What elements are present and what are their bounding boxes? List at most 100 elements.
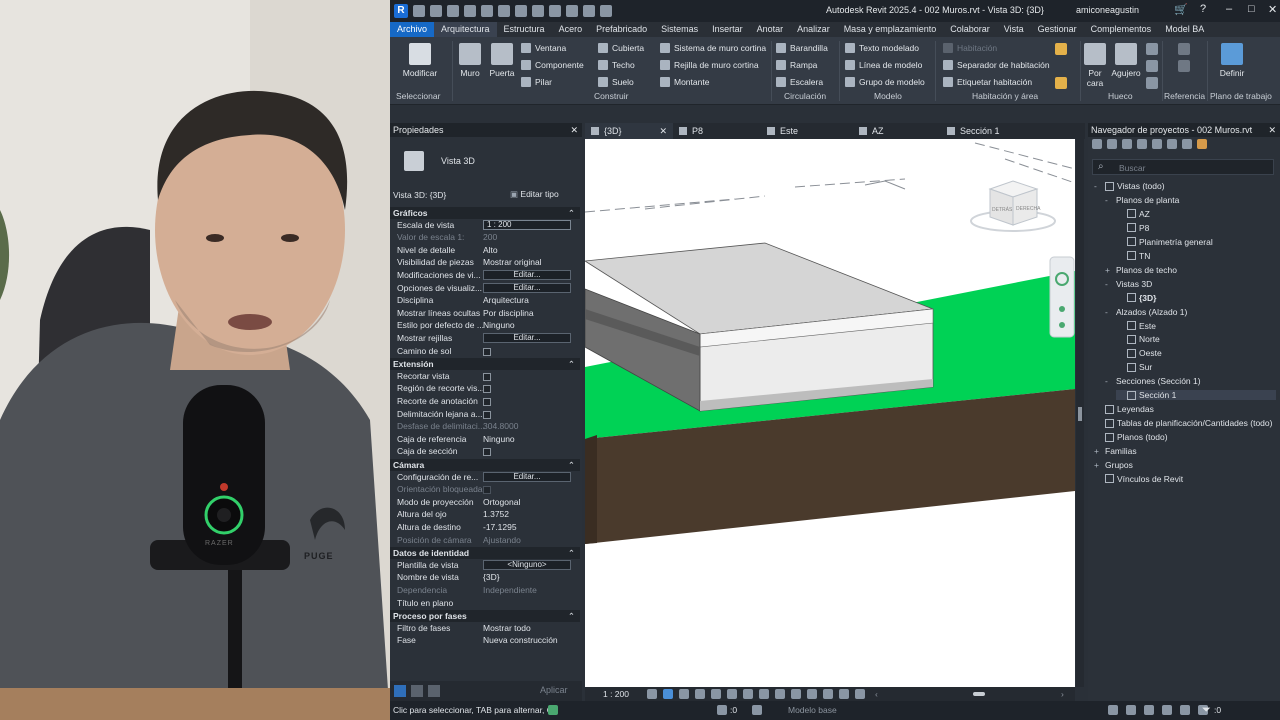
tab-colaborar[interactable]: Colaborar xyxy=(943,22,997,37)
scroll-right-icon[interactable]: › xyxy=(1061,687,1064,701)
level-icon[interactable] xyxy=(1178,43,1190,55)
vertical-scrollbar[interactable] xyxy=(1076,139,1084,687)
tab-vista[interactable]: Vista xyxy=(997,22,1031,37)
property-edit-button[interactable]: Editar... xyxy=(483,270,571,280)
browser-item[interactable]: Sección 1 xyxy=(1116,390,1276,401)
close-icon[interactable]: ✕ xyxy=(1268,3,1277,16)
view-tab[interactable]: AZ xyxy=(853,123,941,139)
browser-search-field[interactable]: ⌕ Buscar xyxy=(1092,159,1274,175)
browser-home-icon[interactable] xyxy=(1092,139,1102,149)
property-edit-button[interactable]: Editar... xyxy=(483,282,571,293)
model-group-button[interactable]: Grupo de modelo xyxy=(845,77,925,87)
dormer-opening-icon[interactable] xyxy=(1146,77,1158,89)
browser-item[interactable]: Tablas de planificación/Cantidades (todo… xyxy=(1094,418,1272,428)
floor-button[interactable]: Suelo xyxy=(598,77,634,87)
collapse-icon[interactable]: - xyxy=(1105,195,1113,205)
property-value[interactable]: Ninguno xyxy=(483,320,515,330)
stair-button[interactable]: Escalera xyxy=(776,77,823,87)
collapse-icon[interactable]: ⌃ xyxy=(568,547,575,559)
3d-view-canvas[interactable]: DETRÁS DERECHA xyxy=(585,139,1075,687)
property-edit-button[interactable]: Editar... xyxy=(483,333,571,343)
browser-item[interactable]: Leyendas xyxy=(1094,404,1154,414)
select-links-icon[interactable] xyxy=(1108,705,1118,715)
browser-groups-icon[interactable] xyxy=(1182,139,1192,149)
property-edit-button[interactable]: <Ninguno> xyxy=(483,559,571,570)
save-icon[interactable] xyxy=(430,5,442,17)
tab-archivo[interactable]: Archivo xyxy=(390,22,435,37)
browser-item[interactable]: Norte xyxy=(1116,334,1160,344)
view-tab[interactable]: Este xyxy=(761,123,853,139)
ceiling-button[interactable]: Techo xyxy=(598,60,635,70)
view-tab[interactable]: {3D} ✕ xyxy=(585,123,673,139)
property-value[interactable]: Mostrar todo xyxy=(483,623,531,633)
set-workplane-button[interactable]: Definir xyxy=(1212,43,1252,78)
tab-masa[interactable]: Masa y emplazamiento xyxy=(837,22,944,37)
property-field[interactable]: 1 : 200 xyxy=(483,219,571,230)
browser-item[interactable]: - Planos de planta xyxy=(1105,195,1179,205)
area-icon[interactable] xyxy=(1055,43,1067,55)
sort-alpha-icon[interactable] xyxy=(411,685,423,697)
dimension-icon[interactable] xyxy=(532,5,544,17)
render-icon[interactable] xyxy=(711,689,721,699)
select-panel-label[interactable]: Seleccionar xyxy=(396,91,440,101)
browser-item[interactable]: + Planos de techo xyxy=(1105,265,1177,275)
temporary-properties-icon[interactable] xyxy=(807,689,817,699)
room-panel-label[interactable]: Habitación y área xyxy=(972,91,1038,101)
property-edit-button[interactable]: Editar... xyxy=(483,471,571,482)
property-checkbox[interactable] xyxy=(483,398,491,406)
collapse-icon[interactable]: - xyxy=(1105,376,1113,386)
browser-item[interactable]: {3D} xyxy=(1116,293,1156,303)
browser-item[interactable]: TN xyxy=(1116,251,1150,261)
close-tab-icon[interactable]: ✕ xyxy=(659,123,667,139)
browser-item[interactable]: Vínculos de Revit xyxy=(1094,474,1183,484)
browser-item[interactable]: Este xyxy=(1116,321,1156,331)
railing-button[interactable]: Barandilla xyxy=(776,43,828,53)
tab-anotar[interactable]: Anotar xyxy=(750,22,791,37)
property-value[interactable]: Por disciplina xyxy=(483,308,534,318)
switch-windows-icon[interactable] xyxy=(600,5,612,17)
property-checkbox[interactable] xyxy=(483,372,491,381)
text-icon[interactable] xyxy=(549,5,561,17)
select-by-face-icon[interactable] xyxy=(1162,705,1172,715)
grid-icon[interactable] xyxy=(1178,60,1190,72)
collapse-icon[interactable]: ⌃ xyxy=(568,610,575,622)
select-underlay-icon[interactable] xyxy=(1126,705,1136,715)
navigation-bar[interactable] xyxy=(1049,256,1075,338)
sort-icon[interactable] xyxy=(394,685,406,697)
browser-item[interactable]: - Secciones (Sección 1) xyxy=(1105,376,1201,386)
door-button[interactable]: Puerta xyxy=(486,43,518,78)
opening-by-face-button[interactable]: Por cara xyxy=(1082,43,1108,88)
tab-model-ba[interactable]: Model BA xyxy=(1158,22,1211,37)
tab-prefabricado[interactable]: Prefabricado xyxy=(589,22,654,37)
area-tag-icon[interactable] xyxy=(1055,77,1067,89)
tab-complementos[interactable]: Complementos xyxy=(1084,22,1159,37)
tab-insertar[interactable]: Insertar xyxy=(705,22,750,37)
open-icon[interactable] xyxy=(413,5,425,17)
user-name[interactable]: amiconeagustin xyxy=(1076,5,1139,15)
browser-item[interactable]: - Vistas (todo) xyxy=(1094,181,1165,191)
sort-group-icon[interactable] xyxy=(428,685,440,697)
prop-section-header[interactable]: Extensión ⌃ xyxy=(390,358,580,371)
property-value[interactable]: Alto xyxy=(483,245,498,255)
browser-item[interactable]: Sur xyxy=(1116,362,1152,372)
detail-level-icon[interactable] xyxy=(647,689,657,699)
design-options-icon[interactable] xyxy=(752,705,762,715)
roof-button[interactable]: Cubierta xyxy=(598,43,644,53)
select-pinned-icon[interactable] xyxy=(1144,705,1154,715)
property-value[interactable]: 1.3752 xyxy=(483,509,509,519)
browser-3d-icon[interactable] xyxy=(1107,139,1117,149)
tab-gestionar[interactable]: Gestionar xyxy=(1031,22,1084,37)
browser-families-icon[interactable] xyxy=(1167,139,1177,149)
worksets-icon[interactable] xyxy=(717,705,727,715)
view-scale[interactable]: 1 : 200 xyxy=(603,687,629,701)
expand-icon[interactable]: + xyxy=(1094,446,1102,456)
prop-section-header[interactable]: Gráficos ⌃ xyxy=(390,207,580,219)
tab-analizar[interactable]: Analizar xyxy=(790,22,837,37)
view-tab[interactable]: Sección 1 xyxy=(941,123,1071,139)
viewcube[interactable] xyxy=(970,180,1056,232)
close-icon[interactable]: ✕ xyxy=(570,123,578,137)
highlight-displacement-icon[interactable] xyxy=(839,689,849,699)
curtain-system-button[interactable]: Sistema de muro cortina xyxy=(660,43,766,53)
property-value[interactable]: Arquitectura xyxy=(483,295,529,305)
property-value[interactable]: Nueva construcción xyxy=(483,635,558,645)
